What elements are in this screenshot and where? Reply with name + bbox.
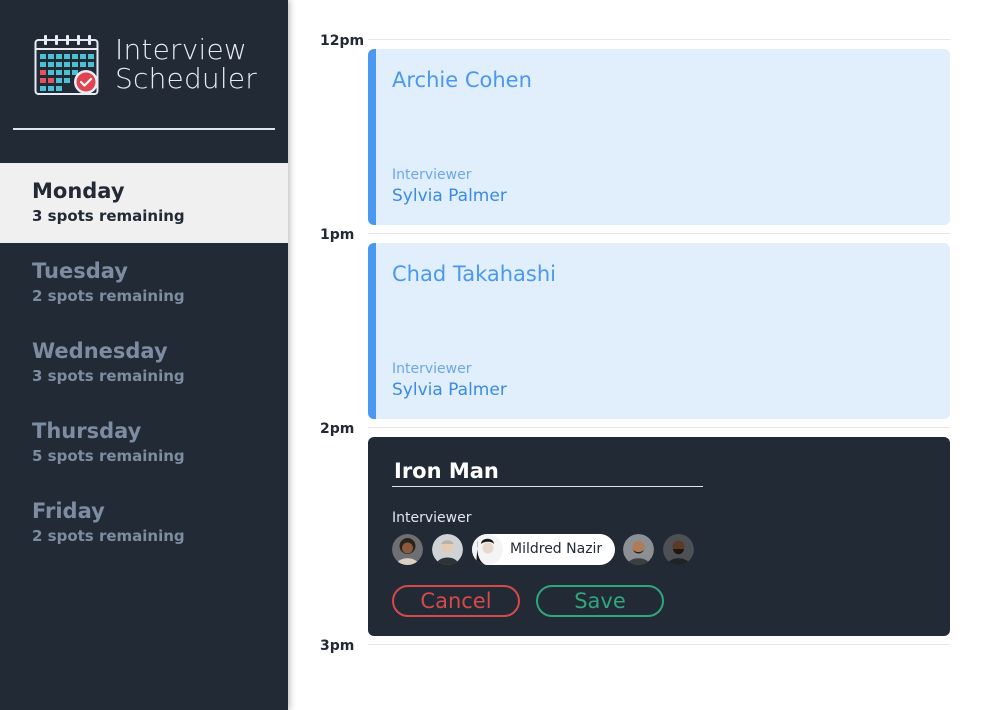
student-name: Chad Takahashi [392, 262, 556, 286]
day-name: Monday [32, 179, 125, 203]
appointment-form: Interviewer [368, 437, 950, 636]
selected-interviewer-name: Mildred Nazir [510, 541, 603, 557]
day-spots: 2 spots remaining [32, 287, 185, 305]
hour-label: 3pm [320, 638, 355, 654]
day-item-thursday[interactable]: Thursday 5 spots remaining [0, 403, 288, 483]
sidebar-divider [13, 128, 275, 130]
interviewer-list: Mildred Nazir [392, 534, 712, 566]
avatar-icon [432, 534, 463, 565]
day-spots: 3 spots remaining [32, 367, 185, 385]
day-name: Friday [32, 499, 105, 523]
schedule: 12pm Archie Cohen Interviewer Sylvia Pal… [318, 0, 958, 710]
avatar-icon [663, 534, 694, 565]
day-item-tuesday[interactable]: Tuesday 2 spots remaining [0, 243, 288, 323]
interviewer-avatar[interactable] [663, 534, 694, 565]
hour-divider [368, 427, 950, 428]
calendar-check-icon [34, 35, 99, 95]
interviewer-name: Sylvia Palmer [392, 380, 507, 400]
cancel-button[interactable]: Cancel [392, 585, 520, 617]
day-name: Tuesday [32, 259, 128, 283]
interviewer-label: Interviewer [392, 510, 472, 526]
interviewer-name: Sylvia Palmer [392, 186, 507, 206]
avatar-icon [623, 534, 654, 565]
day-item-wednesday[interactable]: Wednesday 3 spots remaining [0, 323, 288, 403]
selected-interviewer[interactable]: Mildred Nazir [472, 534, 615, 565]
app: Interview Scheduler Monday 3 spots remai… [0, 0, 982, 710]
day-item-monday[interactable]: Monday 3 spots remaining [0, 163, 288, 243]
day-name: Wednesday [32, 339, 168, 363]
hour-label: 2pm [320, 421, 355, 437]
interviewer-label: Interviewer [392, 167, 472, 183]
interviewer-avatar[interactable] [623, 534, 654, 565]
app-title: Interview Scheduler [115, 33, 257, 95]
day-spots: 3 spots remaining [32, 207, 185, 225]
day-spots: 5 spots remaining [32, 447, 185, 465]
sidebar: Interview Scheduler Monday 3 spots remai… [0, 0, 288, 710]
interviewer-avatar[interactable] [392, 534, 423, 565]
appointment-card[interactable]: Archie Cohen Interviewer Sylvia Palmer [368, 49, 950, 225]
hour-label: 1pm [320, 227, 355, 243]
avatar-icon [392, 534, 423, 565]
hour-divider [368, 39, 950, 40]
hour-divider [368, 644, 950, 645]
student-name: Archie Cohen [392, 68, 532, 92]
hour-label: 12pm [320, 33, 365, 49]
appointment-card[interactable]: Chad Takahashi Interviewer Sylvia Palmer [368, 243, 950, 419]
day-list: Monday 3 spots remaining Tuesday 2 spots… [0, 163, 288, 563]
avatar-icon [472, 534, 503, 565]
day-item-friday[interactable]: Friday 2 spots remaining [0, 483, 288, 563]
save-button[interactable]: Save [536, 585, 664, 617]
day-name: Thursday [32, 419, 142, 443]
interviewer-label: Interviewer [392, 361, 472, 377]
brand: Interview Scheduler [34, 34, 274, 98]
student-name-input[interactable] [392, 455, 703, 487]
interviewer-avatar[interactable] [432, 534, 463, 565]
hour-divider [368, 233, 950, 234]
interviewer-avatar [472, 534, 503, 565]
day-spots: 2 spots remaining [32, 527, 185, 545]
